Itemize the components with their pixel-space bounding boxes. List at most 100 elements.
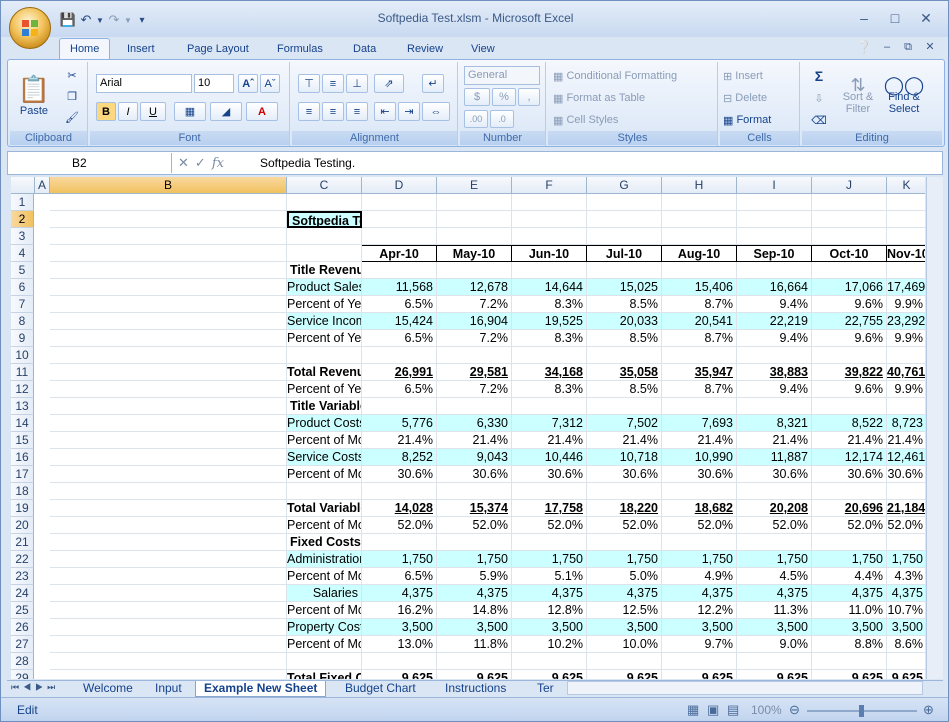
column-header-j[interactable]: J [812,177,887,194]
row-header[interactable]: 28 [11,653,34,670]
value-cell[interactable]: 21.4% [362,432,437,449]
cell[interactable] [50,602,287,619]
row-header[interactable]: 7 [11,296,34,313]
cell[interactable] [737,483,812,500]
help-icon[interactable]: ❔ [853,38,875,56]
value-cell[interactable]: 30.6% [362,466,437,483]
month-header[interactable]: Apr-10 [362,245,437,262]
value-cell[interactable]: 10,990 [662,449,737,466]
row-header[interactable]: 1 [11,194,34,211]
cell[interactable] [662,483,737,500]
cell[interactable] [737,347,812,364]
cell[interactable] [362,194,437,211]
value-cell[interactable]: 9.4% [737,381,812,398]
select-all-corner[interactable] [11,177,35,194]
cell[interactable] [50,347,287,364]
cell[interactable] [587,534,662,551]
row-label[interactable]: Percent of Month [287,466,362,483]
value-cell[interactable]: 6.5% [362,568,437,585]
italic-button[interactable]: I [118,102,138,121]
value-cell[interactable]: 11.3% [737,602,812,619]
value-cell[interactable]: 38,883 [737,364,812,381]
cell[interactable] [587,398,662,415]
cell[interactable] [512,194,587,211]
cell[interactable] [512,534,587,551]
cell[interactable] [587,483,662,500]
sheet-tab[interactable]: Welcome [75,681,141,697]
value-cell[interactable]: 15,374 [437,500,512,517]
column-header-f[interactable]: F [512,177,587,194]
cell[interactable] [437,228,512,245]
value-cell[interactable]: 12.8% [512,602,587,619]
merge-center-icon[interactable]: ⇔ [422,102,450,121]
row-header[interactable]: 20 [11,517,34,534]
cell[interactable] [887,228,925,245]
normal-view-icon[interactable]: ▦ [687,702,699,718]
value-cell[interactable]: 6,330 [437,415,512,432]
row-label[interactable]: Percent of Month [287,636,362,653]
value-cell[interactable]: 8,723 [887,415,925,432]
value-cell[interactable]: 9.9% [887,296,925,313]
cell[interactable] [50,449,287,466]
value-cell[interactable]: 3,500 [737,619,812,636]
cell[interactable] [737,228,812,245]
value-cell[interactable]: 10,718 [587,449,662,466]
value-cell[interactable]: 52.0% [887,517,925,534]
cell[interactable] [812,194,887,211]
cell[interactable] [287,194,362,211]
value-cell[interactable]: 17,066 [812,279,887,296]
cell[interactable] [50,228,287,245]
font-name-field[interactable]: Arial [96,74,192,93]
row-label[interactable]: Percent of Year [287,381,362,398]
row-header[interactable]: 15 [11,432,34,449]
number-format-field[interactable]: General [464,66,540,85]
value-cell[interactable]: 20,033 [587,313,662,330]
cell[interactable] [50,279,287,296]
row-label[interactable]: Total Fixed Costs [287,670,362,679]
ribbon-close-icon[interactable]: ✕ [919,38,941,56]
cell[interactable] [887,398,925,415]
row-header[interactable]: 14 [11,415,34,432]
value-cell[interactable]: 4,375 [737,585,812,602]
value-cell[interactable]: 9,625 [512,670,587,679]
formula-input[interactable]: Softpedia Testing. [260,153,355,173]
value-cell[interactable]: 16.2% [362,602,437,619]
value-cell[interactable]: 6.5% [362,330,437,347]
value-cell[interactable]: 4.4% [812,568,887,585]
row-header[interactable]: 22 [11,551,34,568]
cell[interactable] [50,364,287,381]
column-header-d[interactable]: D [362,177,437,194]
format-painter-icon[interactable]: 🖌 [62,108,82,126]
value-cell[interactable]: 22,219 [737,313,812,330]
value-cell[interactable]: 8.3% [512,330,587,347]
horizontal-scrollbar[interactable] [567,681,923,695]
value-cell[interactable]: 7.2% [437,381,512,398]
bold-button[interactable]: B [96,102,116,121]
value-cell[interactable]: 10.0% [587,636,662,653]
value-cell[interactable]: 13.0% [362,636,437,653]
value-cell[interactable]: 3,500 [587,619,662,636]
month-header[interactable]: May-10 [437,245,512,262]
cell[interactable] [587,194,662,211]
close-button[interactable]: ✕ [915,9,937,27]
value-cell[interactable]: 16,904 [437,313,512,330]
value-cell[interactable]: 30.6% [662,466,737,483]
value-cell[interactable]: 10.7% [887,602,925,619]
value-cell[interactable]: 7.2% [437,296,512,313]
row-header[interactable]: 4 [11,245,34,262]
cell[interactable] [437,534,512,551]
value-cell[interactable]: 8,522 [812,415,887,432]
value-cell[interactable]: 52.0% [512,517,587,534]
align-right-icon[interactable]: ≡ [346,102,368,121]
row-label[interactable]: Percent of Month [287,517,362,534]
cell[interactable] [437,398,512,415]
value-cell[interactable]: 30.6% [737,466,812,483]
value-cell[interactable]: 8.3% [512,296,587,313]
value-cell[interactable]: 1,750 [812,551,887,568]
cell[interactable] [512,211,587,228]
cell[interactable] [662,262,737,279]
cell[interactable] [587,262,662,279]
cell[interactable] [512,347,587,364]
value-cell[interactable]: 16,664 [737,279,812,296]
value-cell[interactable]: 4,375 [887,585,925,602]
